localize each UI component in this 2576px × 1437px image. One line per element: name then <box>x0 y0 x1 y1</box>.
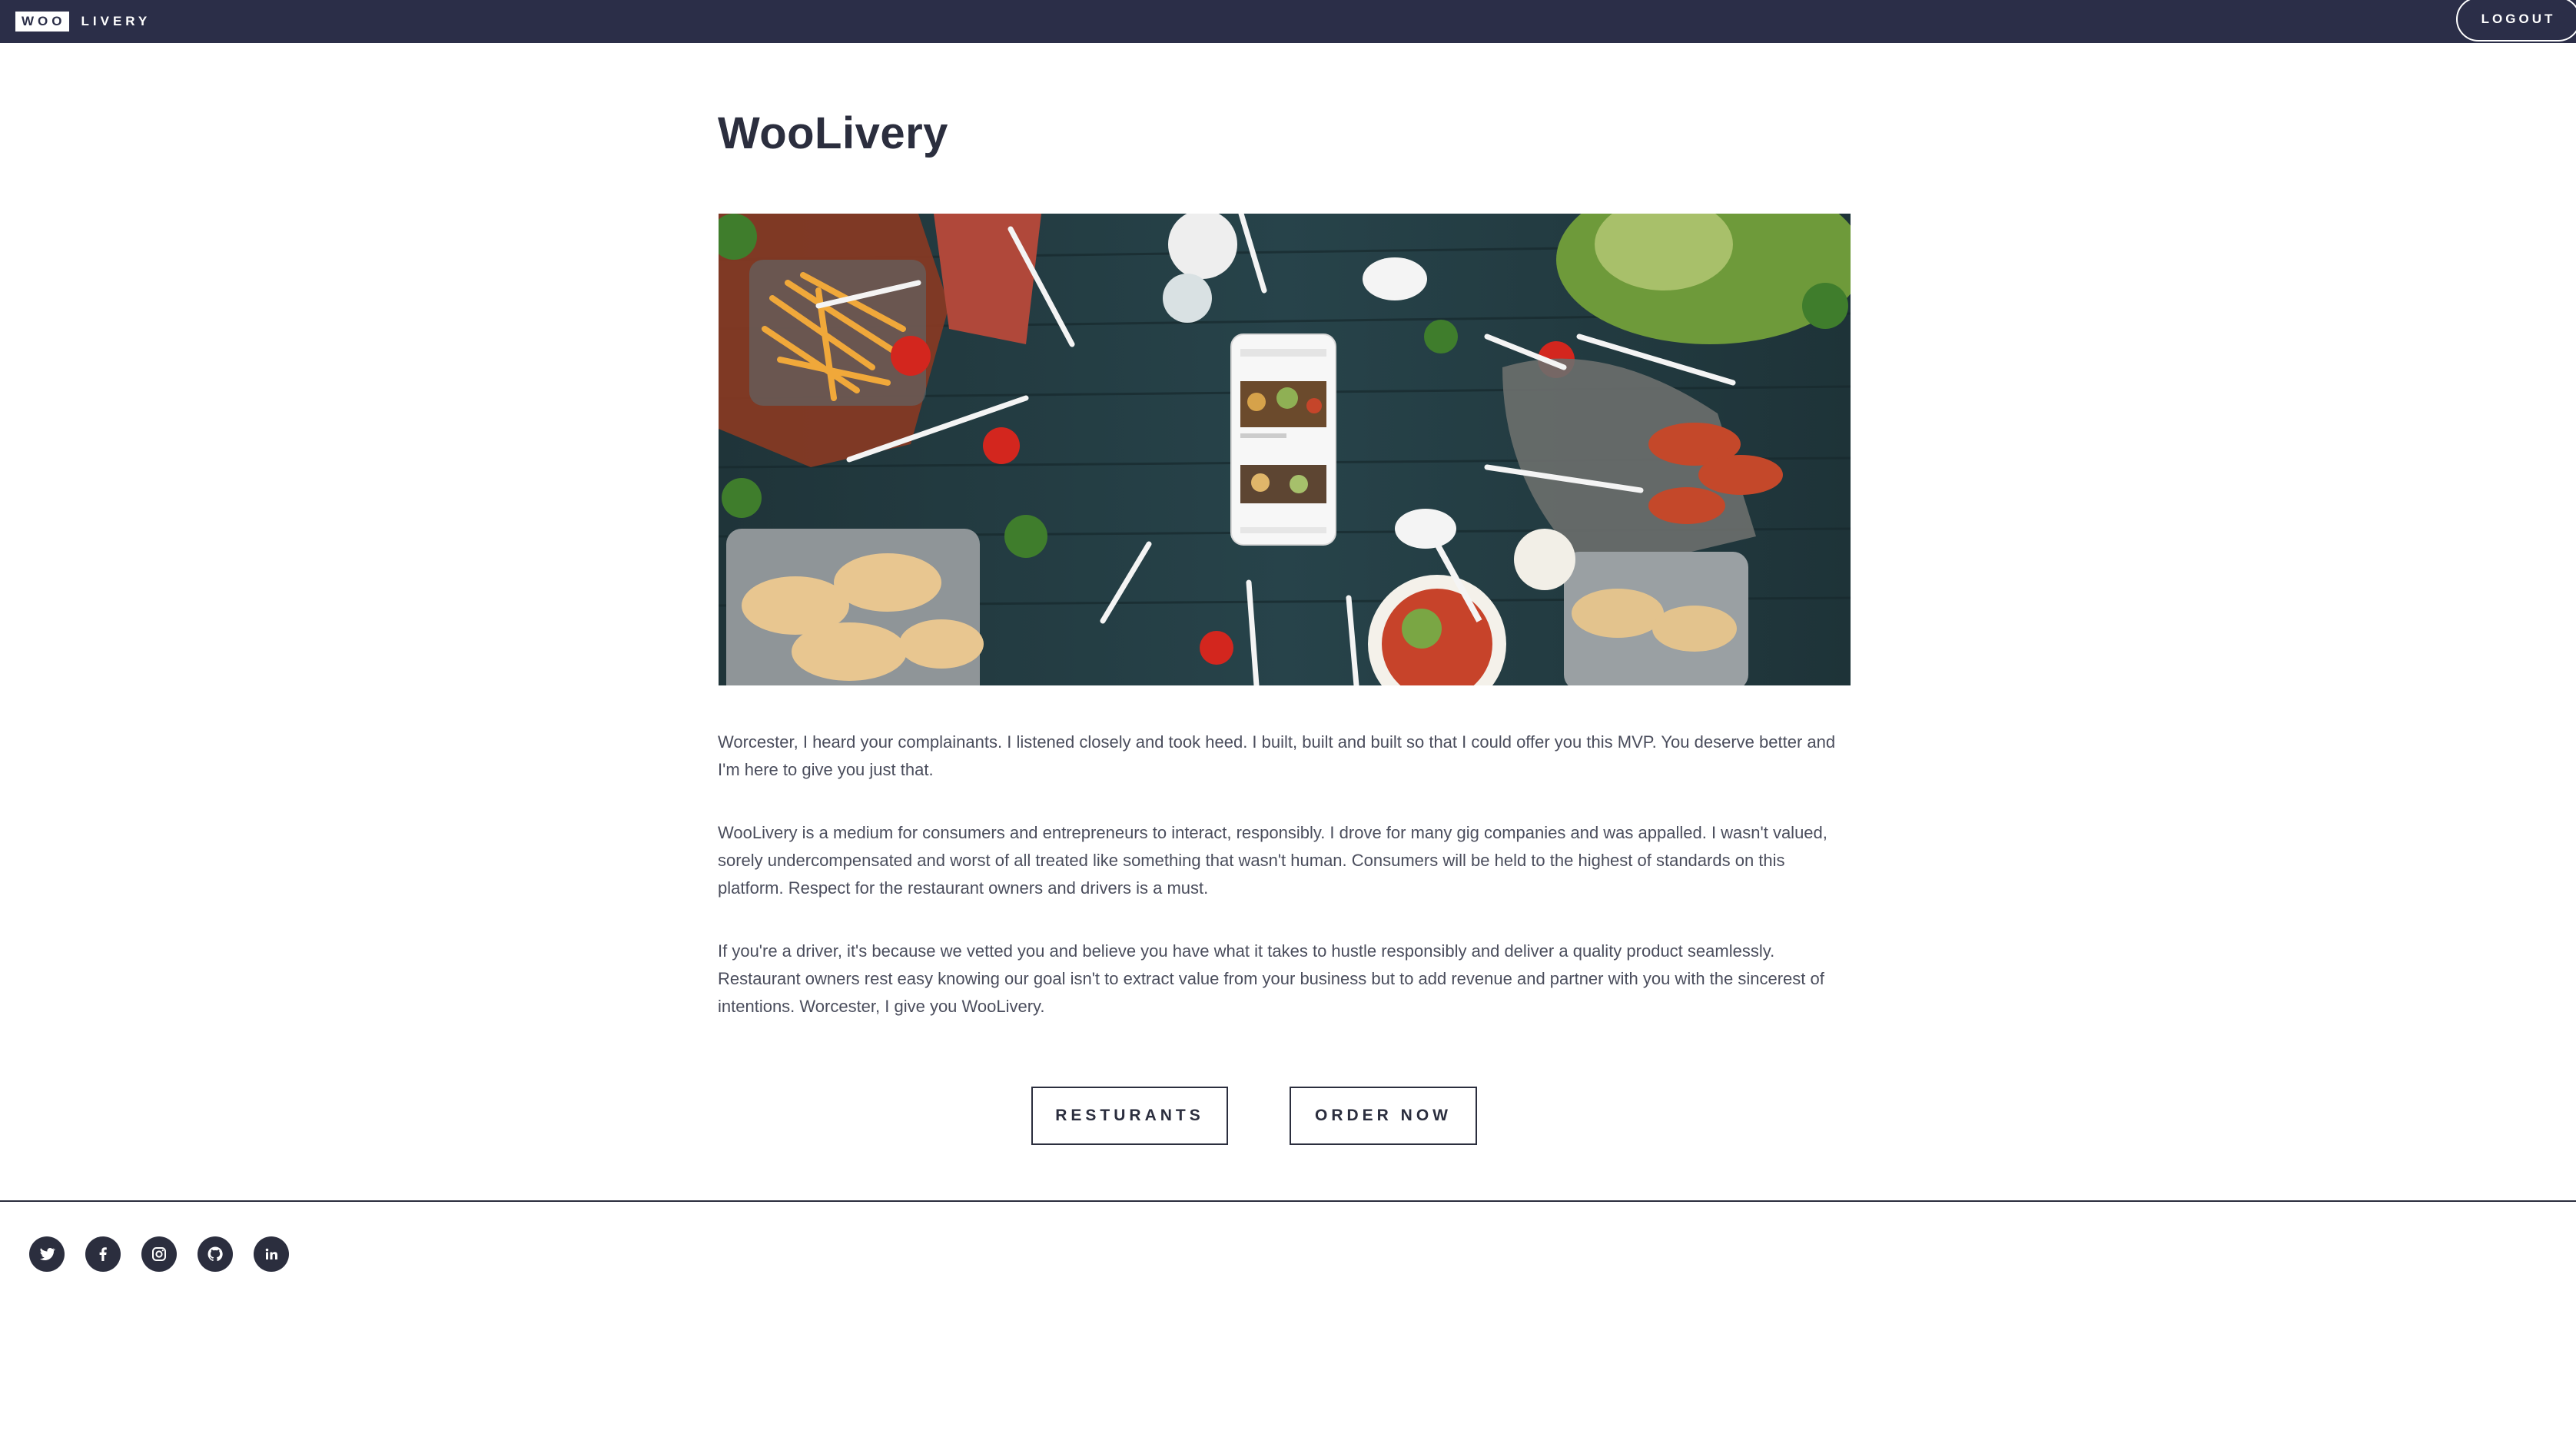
page-title: WooLivery <box>718 108 948 158</box>
linkedin-icon[interactable] <box>254 1236 289 1272</box>
top-nav: WOO LIVERY LOGOUT <box>0 0 2576 43</box>
intro-paragraph: Worcester, I heard your complainants. I … <box>718 732 1836 779</box>
restaurants-button[interactable]: RESTURANTS <box>1031 1087 1228 1145</box>
order-now-button[interactable]: ORDER NOW <box>1290 1087 1477 1145</box>
brand-box: WOO <box>15 12 69 32</box>
instagram-icon[interactable] <box>141 1236 177 1272</box>
twitter-icon[interactable] <box>29 1236 65 1272</box>
social-links <box>29 1236 289 1272</box>
facebook-icon[interactable] <box>85 1236 121 1272</box>
hero-illustration <box>719 214 1851 685</box>
brand-logo[interactable]: WOO LIVERY <box>15 12 151 32</box>
driver-paragraph: If you're a driver, it's because we vett… <box>718 941 1824 1016</box>
mission-paragraph: WooLivery is a medium for consumers and … <box>718 823 1827 898</box>
footer-divider <box>0 1200 2576 1202</box>
github-icon[interactable] <box>198 1236 233 1272</box>
hero-image <box>719 214 1851 685</box>
logout-button[interactable]: LOGOUT <box>2456 0 2576 41</box>
brand-text: LIVERY <box>81 14 151 28</box>
